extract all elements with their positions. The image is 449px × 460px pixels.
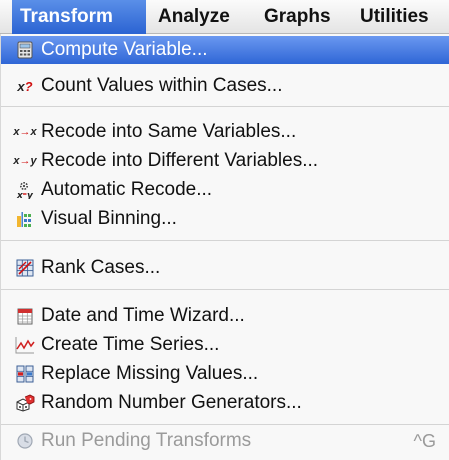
transform-dropdown-menu: Compute Variable... x? Count Values with…: [0, 34, 449, 460]
menu-item-label: Random Number Generators...: [41, 392, 302, 413]
rank-cases-icon: [15, 259, 35, 277]
menu-graphs[interactable]: Graphs: [256, 0, 339, 34]
menu-item-label: Count Values within Cases...: [41, 75, 283, 96]
menu-utilities[interactable]: Utilities: [352, 0, 437, 34]
menu-separator: [1, 424, 449, 425]
menu-item-automatic-recode[interactable]: x y Automatic Recode...: [1, 176, 449, 204]
menu-item-date-time-wizard[interactable]: Date and Time Wizard...: [1, 302, 449, 330]
menu-bar: Transform Analyze Graphs Utilities: [0, 0, 449, 34]
menu-analyze[interactable]: Analyze: [150, 0, 238, 34]
menu-item-create-time-series[interactable]: Create Time Series...: [1, 331, 449, 359]
menu-item-recode-same[interactable]: x → x Recode into Same Variables...: [1, 118, 449, 146]
menu-item-label: Recode into Same Variables...: [41, 121, 297, 142]
automatic-recode-icon: x y: [15, 181, 35, 199]
menu-item-label: Automatic Recode...: [41, 179, 213, 200]
recode-same-icon: x → x: [13, 126, 37, 138]
dice-icon: [15, 394, 35, 412]
menu-item-visual-binning[interactable]: Visual Binning...: [1, 205, 449, 233]
menu-item-count-values[interactable]: x? Count Values within Cases...: [1, 72, 449, 100]
menu-separator: [1, 289, 449, 290]
menu-item-compute-variable[interactable]: Compute Variable...: [1, 36, 449, 64]
svg-text:y: y: [27, 191, 34, 199]
menu-item-rank-cases[interactable]: Rank Cases...: [1, 254, 449, 282]
count-values-icon: x?: [17, 78, 33, 94]
menu-item-label: Recode into Different Variables...: [41, 150, 319, 171]
svg-text:x: x: [16, 191, 24, 199]
menu-item-recode-different[interactable]: x → y Recode into Different Variables...: [1, 147, 449, 175]
menu-item-label: Create Time Series...: [41, 334, 220, 355]
menu-item-label: Rank Cases...: [41, 257, 161, 278]
menu-item-label: Replace Missing Values...: [41, 363, 259, 384]
menu-item-run-pending-transforms[interactable]: Run Pending Transforms ^G: [1, 427, 449, 455]
recode-different-icon: x → y: [13, 155, 37, 167]
menu-separator: [1, 240, 449, 241]
menu-transform[interactable]: Transform: [12, 0, 146, 34]
menu-item-replace-missing[interactable]: Replace Missing Values...: [1, 360, 449, 388]
calendar-icon: [15, 307, 35, 325]
calculator-icon: [15, 41, 35, 59]
replace-missing-icon: [15, 365, 35, 383]
clock-icon: [15, 432, 35, 450]
menu-separator: [1, 106, 449, 107]
visual-binning-icon: [15, 210, 35, 228]
menu-item-label: Run Pending Transforms: [41, 430, 252, 451]
menu-item-label: Compute Variable...: [41, 39, 208, 60]
menu-item-shortcut: ^G: [413, 431, 436, 451]
menu-item-label: Visual Binning...: [41, 208, 177, 229]
menu-item-label: Date and Time Wizard...: [41, 305, 245, 326]
menu-item-random-number-generators[interactable]: Random Number Generators...: [1, 389, 449, 417]
time-series-icon: [15, 336, 35, 354]
